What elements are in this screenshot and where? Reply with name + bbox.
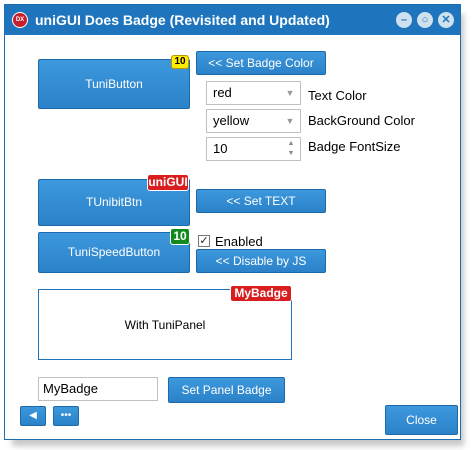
back-arrow-button[interactable]: ◀ [20,406,46,426]
tunibutton-badge: 10 [171,55,189,69]
title-bar[interactable]: DX uniGUI Does Badge (Revisited and Upda… [5,5,460,35]
enabled-checkbox[interactable]: ✓ [198,235,210,247]
spin-up-icon[interactable]: ▲ [286,139,296,149]
window-content: TuniButton 10 << Set Badge Color red ▼ T… [5,35,460,441]
tunibitbtn-label: TUnibitBtn [85,195,143,209]
badge-fontsize-stepper[interactable]: 10 ▲ ▼ [206,137,301,161]
close-icon[interactable]: ✕ [438,12,454,28]
panel-badge-input[interactable]: MyBadge [38,377,158,401]
background-color-label: BackGround Color [308,113,415,128]
tunispeedbutton-badge: 10 [170,228,190,245]
set-badge-color-button[interactable]: << Set Badge Color [196,51,326,75]
tunispeedbutton-label: TuniSpeedButton [67,245,161,259]
maximize-icon[interactable]: ○ [417,12,433,28]
text-color-value: red [213,85,232,100]
enabled-label[interactable]: Enabled [215,234,263,249]
more-button[interactable]: ••• [53,406,79,426]
window-title: uniGUI Does Badge (Revisited and Updated… [35,12,330,28]
minimize-icon[interactable]: – [396,12,412,28]
panel-badge: MyBadge [230,285,292,302]
chevron-down-icon[interactable]: ▼ [284,110,296,132]
disable-by-js-button[interactable]: << Disable by JS [196,249,326,273]
main-window: DX uniGUI Does Badge (Revisited and Upda… [4,4,461,440]
badge-fontsize-value: 10 [213,141,228,156]
spin-down-icon[interactable]: ▼ [286,149,296,159]
background-color-combo[interactable]: yellow ▼ [206,109,301,133]
background-color-value: yellow [213,113,250,128]
close-button[interactable]: Close [385,405,458,435]
tunibitbtn-badge: uniGUI [147,174,189,191]
tunibutton-label: TuniButton [85,77,143,91]
text-color-combo[interactable]: red ▼ [206,81,301,105]
set-panel-badge-button[interactable]: Set Panel Badge [168,377,285,403]
tunibutton[interactable]: TuniButton [38,59,190,109]
set-text-button[interactable]: << Set TEXT [196,189,326,213]
badge-fontsize-label: Badge FontSize [308,139,401,154]
tunispeedbutton[interactable]: TuniSpeedButton [38,232,190,273]
app-icon: DX [12,12,28,28]
text-color-label: Text Color [308,88,367,103]
chevron-down-icon[interactable]: ▼ [284,82,296,104]
